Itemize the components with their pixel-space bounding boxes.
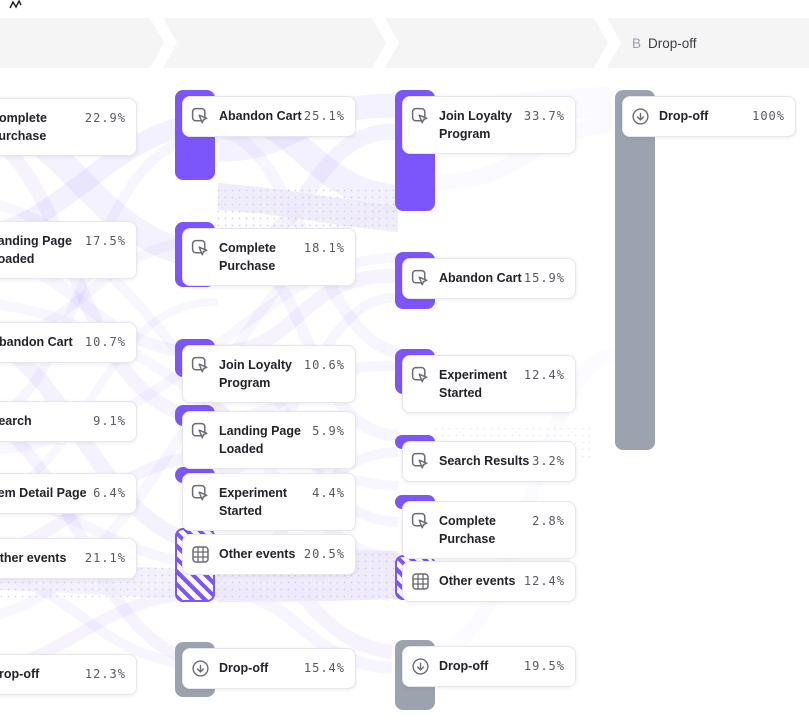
event-percentage: 9.1%	[85, 412, 126, 430]
event-percentage: 17.5%	[77, 232, 126, 250]
event-label: Join Loyalty Program	[219, 356, 296, 392]
event-label: Complete Purchase	[0, 109, 77, 145]
event-label: Drop-off	[219, 659, 268, 677]
event-card[interactable]: Search 9.1%	[0, 401, 137, 442]
event-percentage: 33.7%	[516, 107, 565, 125]
event-percentage: 2.8%	[524, 512, 565, 530]
event-label: Drop-off	[659, 107, 708, 125]
event-card[interactable]: Other events 21.1%	[0, 538, 137, 579]
event-label: Abandon Cart	[439, 269, 516, 287]
click-event-icon	[191, 484, 210, 503]
event-label: Other events	[439, 572, 515, 590]
event-card[interactable]: Abandon Cart 15.9%	[402, 258, 576, 299]
click-event-icon	[411, 107, 430, 126]
event-label: Other events	[219, 545, 295, 563]
event-card[interactable]: Drop-off 15.4%	[182, 648, 356, 689]
event-percentage: 15.9%	[516, 269, 565, 287]
event-label: Drop-off	[0, 665, 39, 683]
event-card[interactable]: Drop-off 19.5%	[402, 646, 576, 687]
event-card[interactable]: Item Detail Page 6.4%	[0, 473, 137, 514]
event-card[interactable]: Search Results 3.2%	[402, 441, 576, 482]
event-card[interactable]: Experiment Started 4.4%	[182, 473, 356, 531]
step-variant-badge: B	[632, 36, 641, 51]
event-label: Complete Purchase	[439, 512, 524, 548]
click-event-icon	[411, 366, 430, 385]
click-event-icon	[191, 422, 210, 441]
event-label: Abandon Cart	[0, 333, 73, 351]
event-label: Complete Purchase	[219, 239, 296, 275]
click-event-icon	[411, 512, 430, 531]
event-card[interactable]: Complete Purchase 22.9%	[0, 98, 137, 156]
click-event-icon	[191, 107, 210, 126]
event-label: Experiment Started	[439, 366, 516, 402]
event-label: Search Results	[439, 452, 524, 470]
event-label: Experiment Started	[219, 484, 304, 520]
event-label: Drop-off	[439, 657, 488, 675]
journey-steps-header[interactable]: B Drop-off	[0, 18, 809, 68]
event-label: Item Detail Page	[0, 484, 85, 502]
funnel-column-step-4: Drop-off 100%	[622, 0, 796, 728]
event-percentage: 6.4%	[85, 484, 126, 502]
event-label: Other events	[0, 549, 66, 567]
event-card[interactable]: Experiment Started 12.4%	[402, 355, 576, 413]
event-percentage: 18.1%	[296, 239, 345, 257]
event-percentage: 4.4%	[304, 484, 345, 502]
event-percentage: 10.6%	[296, 356, 345, 374]
click-event-icon	[411, 452, 430, 471]
event-card[interactable]: Other events 20.5%	[182, 534, 356, 575]
event-label: Search	[0, 412, 32, 430]
event-percentage: 12.4%	[516, 572, 565, 590]
flow-bar[interactable]	[615, 90, 655, 450]
event-percentage: 21.1%	[77, 549, 126, 567]
event-percentage: 12.4%	[516, 366, 565, 384]
grid-icon	[191, 545, 210, 564]
funnel-stage: Complete Purchase 22.9% Landing Page Loa…	[0, 0, 809, 728]
event-card[interactable]: Landing Page Loaded 17.5%	[0, 221, 137, 279]
funnel-column-step-2: Abandon Cart 25.1% Complete Purchase 18.…	[182, 0, 356, 728]
event-card[interactable]: Abandon Cart 10.7%	[0, 322, 137, 363]
event-card[interactable]: Complete Purchase 18.1%	[182, 228, 356, 286]
event-label: Landing Page Loaded	[0, 232, 77, 268]
event-label: Join Loyalty Program	[439, 107, 516, 143]
event-card[interactable]: Other events 12.4%	[402, 561, 576, 602]
event-percentage: 22.9%	[77, 109, 126, 127]
arrow-down-circle-icon	[411, 657, 430, 676]
event-card[interactable]: Drop-off 12.3%	[0, 654, 137, 695]
event-card[interactable]: Complete Purchase 2.8%	[402, 501, 576, 559]
event-percentage: 15.4%	[296, 659, 345, 677]
event-card[interactable]: Abandon Cart 25.1%	[182, 96, 356, 137]
event-percentage: 12.3%	[77, 665, 126, 683]
event-percentage: 5.9%	[304, 422, 345, 440]
event-percentage: 25.1%	[296, 107, 345, 125]
arrow-down-circle-icon	[191, 659, 210, 678]
journeys-funnel-view: B Drop-off Complete Purchase 22.9%	[0, 0, 809, 728]
step-title: Drop-off	[648, 36, 697, 51]
click-event-icon	[191, 239, 210, 258]
event-card[interactable]: Join Loyalty Program 10.6%	[182, 345, 356, 403]
event-label: Landing Page Loaded	[219, 422, 304, 458]
event-percentage: 3.2%	[524, 452, 565, 470]
funnel-column-step-3: Join Loyalty Program 33.7% Abandon Cart …	[402, 0, 576, 728]
event-percentage: 100%	[744, 107, 785, 125]
funnel-column-step-1: Complete Purchase 22.9% Landing Page Loa…	[0, 0, 137, 728]
step-drop-off-header[interactable]: B Drop-off	[632, 18, 697, 68]
event-card[interactable]: Drop-off 100%	[622, 96, 796, 137]
event-card[interactable]: Join Loyalty Program 33.7%	[402, 96, 576, 154]
event-card[interactable]: Landing Page Loaded 5.9%	[182, 411, 356, 469]
grid-icon	[411, 572, 430, 591]
event-percentage: 10.7%	[77, 333, 126, 351]
arrow-down-circle-icon	[631, 107, 650, 126]
click-event-icon	[191, 356, 210, 375]
event-label: Abandon Cart	[219, 107, 296, 125]
event-percentage: 19.5%	[516, 657, 565, 675]
click-event-icon	[411, 269, 430, 288]
event-percentage: 20.5%	[296, 545, 345, 563]
